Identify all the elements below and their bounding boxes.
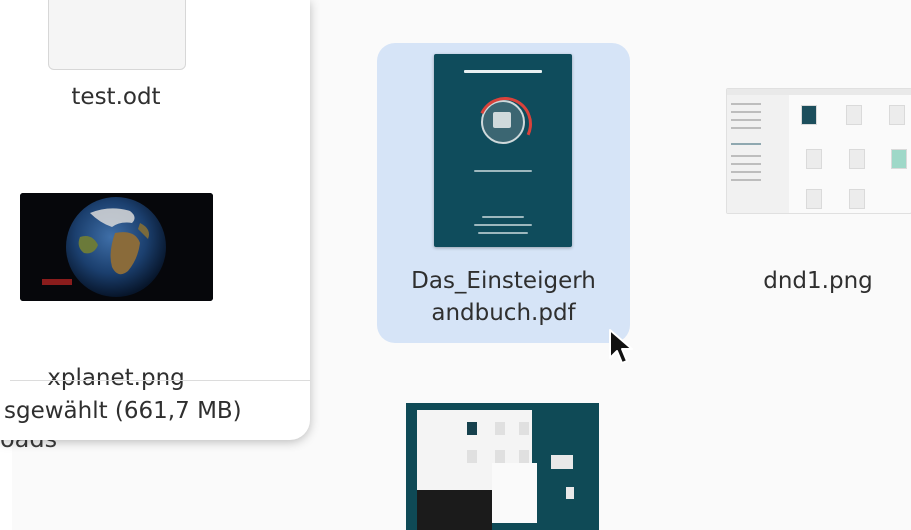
thumbnail-mini-file [889,105,905,125]
thumbnail-mini-file [467,422,477,435]
thumbnail-sidebar-line [731,127,761,129]
file-manager-window-front[interactable]: test.odt xplanet.png sgewählt (661,7 MB) [0,0,310,440]
png-thumbnail-dnd1[interactable] [726,88,911,214]
thumbnail-sidebar-line [731,179,761,181]
thumbnail-text-line [478,232,528,234]
odt-document-thumbnail[interactable] [48,0,186,70]
thumbnail-mini-file [495,422,505,435]
earth-globe-icon [20,193,213,301]
thumbnail-mini-file [806,149,822,169]
thumbnail-terminal [417,490,492,530]
thumbnail-panel [492,463,537,523]
file-name-pdf-line1[interactable]: Das_Einsteigerh [377,268,630,294]
thumbnail-mini-file [467,450,477,463]
thumbnail-mini-file [806,189,822,209]
thumbnail-sidebar-line [731,163,761,165]
thumbnail-sidebar-line [731,171,761,173]
thumbnail-sidebar-line [731,119,761,121]
file-name-test-odt[interactable]: test.odt [0,84,232,110]
thumbnail-mini-file [849,189,865,209]
thumbnail-mini-file [846,105,862,125]
thumbnail-mini-file [849,149,865,169]
logo-book-shape [493,112,511,128]
thumbnail-text-line [474,170,532,172]
thumbnail-mini-file [519,422,529,435]
thumbnail-sidebar-line [731,155,761,157]
selection-status: sgewählt (661,7 MB) [4,398,242,424]
thumbnail-sidebar-line [731,111,761,113]
png-thumbnail-xplanet[interactable] [20,193,213,301]
thumbnail-sidebar-line [731,143,761,145]
thumbnail-text-line [474,224,532,226]
file-name-pdf-line2[interactable]: andbuch.pdf [377,300,630,326]
thumbnail-mini-file [891,149,907,169]
thumbnail-title-line [464,70,542,73]
thumbnail-mini-file [801,105,817,125]
thumbnail-sidebar-line [731,103,761,105]
mouse-pointer-icon [609,329,633,364]
file-name-xplanet[interactable]: xplanet.png [0,365,232,391]
thumbnail-mini-file [519,450,529,463]
status-separator [10,380,310,381]
file-name-dnd1[interactable]: dnd1.png [726,268,910,294]
thumbnail-box [551,455,573,469]
thumbnail-mini-file [495,450,505,463]
png-thumbnail-screenshot[interactable] [406,403,599,530]
thumbnail-text-line [482,216,524,218]
thumbnail-box [566,487,574,499]
pdf-thumbnail[interactable] [434,54,572,247]
